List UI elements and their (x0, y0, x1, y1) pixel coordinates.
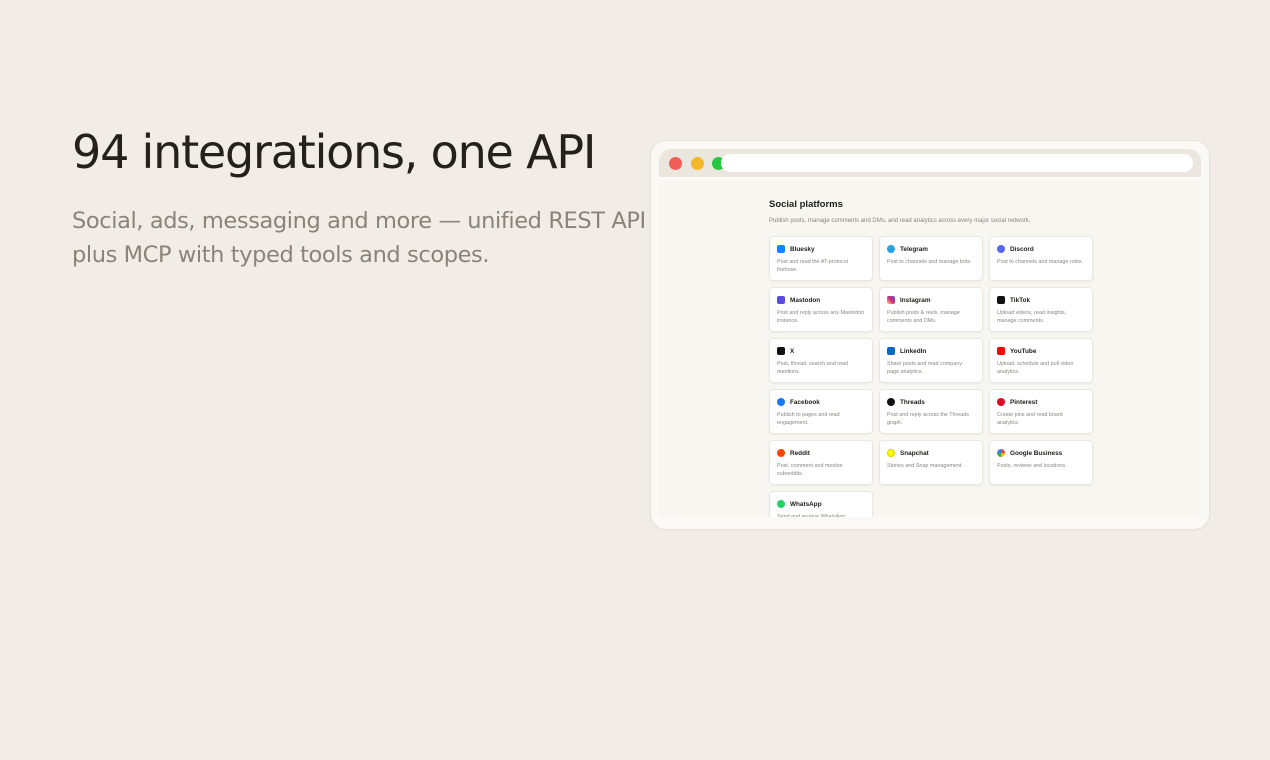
integration-card-linkedin[interactable]: LinkedIn Share posts and read company-pag… (879, 338, 983, 383)
integration-card-x[interactable]: X Post, thread, search and read mentions. (769, 338, 873, 383)
integration-card-header: Discord (997, 244, 1085, 254)
integration-card-facebook[interactable]: Facebook Publish to pages and read engage… (769, 389, 873, 434)
integration-description: Publish posts & reels, manage comments a… (887, 310, 960, 325)
integration-description: Posts, reviews and locations. (997, 463, 1067, 469)
discord-icon (997, 245, 1005, 253)
integration-card-pinterest[interactable]: Pinterest Create pins and read board anal… (989, 389, 1093, 434)
integration-description: Post and reply across any Mastodon insta… (777, 310, 865, 325)
integration-card-header: WhatsApp (777, 499, 865, 509)
integration-card-instagram[interactable]: Instagram Publish posts & reels, manage c… (879, 287, 983, 332)
page-title: 94 integrations, one API (72, 125, 596, 179)
integration-card-header: Reddit (777, 448, 865, 458)
integration-description: Post and reply across the Threads graph. (887, 412, 970, 427)
facebook-icon (777, 398, 785, 406)
integration-description: Post to channels and manage bots. (887, 259, 972, 265)
mastodon-icon (777, 296, 785, 304)
integration-card-threads[interactable]: Threads Post and reply across the Threads… (879, 389, 983, 434)
integration-name: Telegram (900, 245, 928, 253)
browser-viewport: Social platforms Publish posts, manage c… (659, 181, 1201, 517)
bluesky-icon (777, 245, 785, 253)
integration-card-whatsapp[interactable]: WhatsApp Send and receive WhatsApp messag… (769, 491, 873, 517)
integration-card-bluesky[interactable]: Bluesky Post and read the AT-protocol fir… (769, 236, 873, 281)
integration-name: Reddit (790, 449, 810, 457)
integration-card-header: Snapchat (887, 448, 975, 458)
integration-card-header: Instagram (887, 295, 975, 305)
snapchat-icon (887, 449, 895, 457)
integration-description: Publish to pages and read engagement. (777, 412, 840, 427)
integration-card-mastodon[interactable]: Mastodon Post and reply across any Mastod… (769, 287, 873, 332)
integration-name: Facebook (790, 398, 820, 406)
integration-description: Share posts and read company-page analyt… (887, 361, 964, 376)
integration-description: Send and receive WhatsApp messages. (777, 514, 846, 517)
youtube-icon (997, 347, 1005, 355)
integration-card-header: LinkedIn (887, 346, 975, 356)
browser-titlebar (659, 149, 1201, 177)
integration-description: Stories and Snap management. (887, 463, 963, 469)
x-icon (777, 347, 785, 355)
telegram-icon (887, 245, 895, 253)
integration-description: Post to channels and manage roles. (997, 259, 1084, 265)
integration-card-telegram[interactable]: Telegram Post to channels and manage bots… (879, 236, 983, 281)
section-title: Social platforms (769, 199, 843, 210)
integration-card-header: YouTube (997, 346, 1085, 356)
address-bar (721, 154, 1193, 172)
minimize-window-dot (691, 157, 704, 170)
integration-description: Post, thread, search and read mentions. (777, 361, 849, 376)
integration-card-header: Pinterest (997, 397, 1085, 407)
browser-window-preview: Social platforms Publish posts, manage c… (650, 140, 1210, 530)
integration-card-header: Facebook (777, 397, 865, 407)
integration-name: YouTube (1010, 347, 1037, 355)
integration-card-header: Telegram (887, 244, 975, 254)
integration-card-header: X (777, 346, 865, 356)
whatsapp-icon (777, 500, 785, 508)
integration-name: LinkedIn (900, 347, 927, 355)
integration-card-header: Bluesky (777, 244, 865, 254)
integration-card-header: Mastodon (777, 295, 865, 305)
integration-card-snapchat[interactable]: Snapchat Stories and Snap management. (879, 440, 983, 485)
integration-card-header: Threads (887, 397, 975, 407)
integration-description: Post and read the AT-protocol firehose. (777, 259, 848, 274)
tiktok-icon (997, 296, 1005, 304)
integration-name: TikTok (1010, 296, 1031, 304)
integration-name: Google Business (1010, 449, 1063, 457)
integration-name: WhatsApp (790, 500, 822, 508)
integration-card-youtube[interactable]: YouTube Upload, schedule and pull video a… (989, 338, 1093, 383)
reddit-icon (777, 449, 785, 457)
integration-description: Upload, schedule and pull video analytic… (997, 361, 1074, 376)
integration-card-reddit[interactable]: Reddit Post, comment and monitor subreddi… (769, 440, 873, 485)
integration-name: X (790, 347, 795, 355)
integration-name: Bluesky (790, 245, 815, 253)
integration-description: Post, comment and monitor subreddits. (777, 463, 843, 478)
pinterest-icon (997, 398, 1005, 406)
integration-card-discord[interactable]: Discord Post to channels and manage roles… (989, 236, 1093, 281)
google-icon (997, 449, 1005, 457)
integration-name: Pinterest (1010, 398, 1038, 406)
section-subtitle: Publish posts, manage comments and DMs, … (769, 218, 1031, 224)
integration-name: Threads (900, 398, 925, 406)
page-subtitle: Social, ads, messaging and more — unifie… (72, 208, 646, 268)
linkedin-icon (887, 347, 895, 355)
integration-card-header: Google Business (997, 448, 1085, 458)
integration-name: Mastodon (790, 296, 821, 304)
integration-card-tiktok[interactable]: TikTok Upload videos, read insights, mana… (989, 287, 1093, 332)
integrations-grid: Bluesky Post and read the AT-protocol fir… (769, 236, 1093, 517)
integration-description: Create pins and read board analytics. (997, 412, 1063, 427)
integration-card-google-business[interactable]: Google Business Posts, reviews and locati… (989, 440, 1093, 485)
integration-name: Discord (1010, 245, 1034, 253)
integration-description: Upload videos, read insights, manage com… (997, 310, 1067, 325)
hero: 94 integrations, one API Social, ads, me… (72, 124, 662, 272)
integration-name: Instagram (900, 296, 931, 304)
integration-card-header: TikTok (997, 295, 1085, 305)
threads-icon (887, 398, 895, 406)
integration-name: Snapchat (900, 449, 929, 457)
instagram-icon (887, 296, 895, 304)
close-window-dot (669, 157, 682, 170)
